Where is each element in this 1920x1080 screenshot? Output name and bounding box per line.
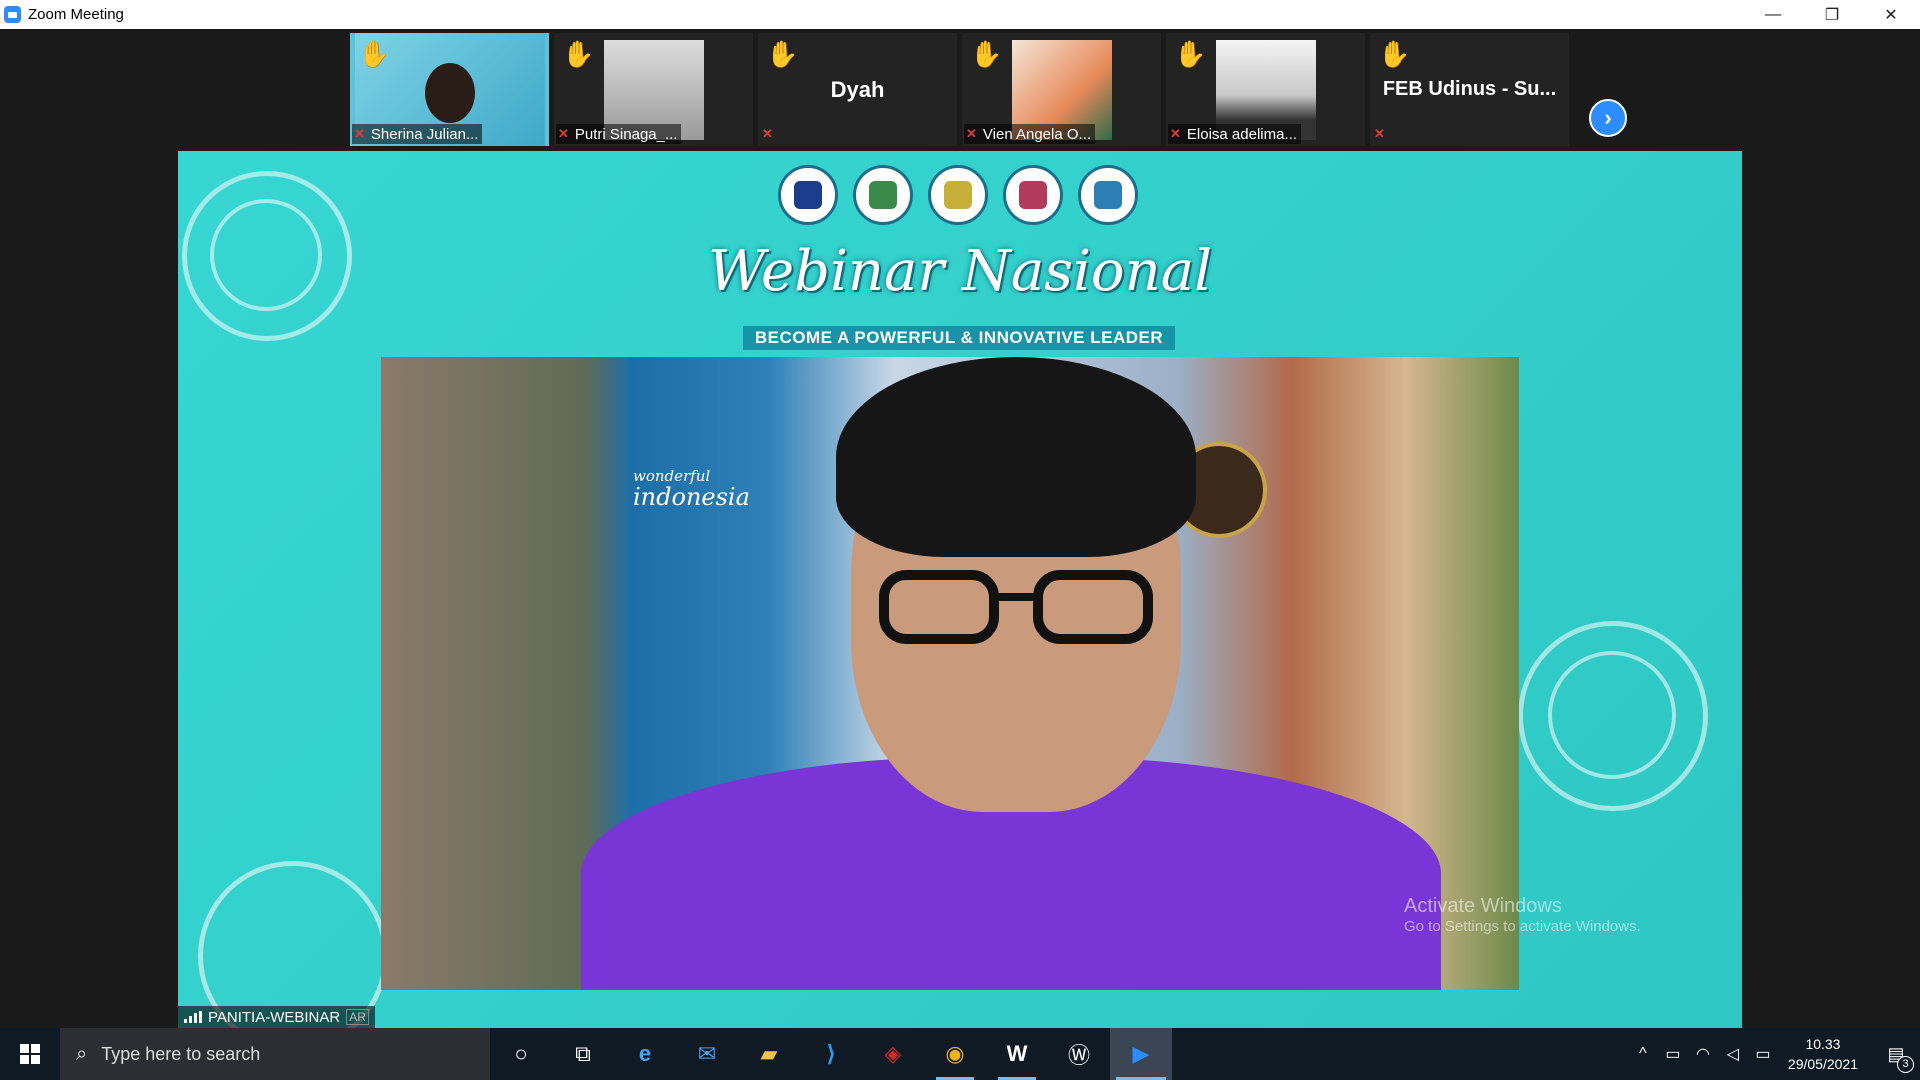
muted-mic-icon: ✕ (558, 126, 569, 141)
sponsor-logo (853, 165, 913, 225)
w-app-icon[interactable]: Ⓦ (1048, 1028, 1110, 1080)
search-icon: ⌕ (76, 1042, 88, 1065)
participant-nameplate: ✕ Vien Angela O... (964, 124, 1096, 144)
chevron-up-icon[interactable]: ^ (1628, 1045, 1658, 1063)
sponsor-logo (1078, 165, 1138, 225)
muted-mic-icon: ✕ (1374, 126, 1385, 141)
word-icon[interactable]: W (986, 1028, 1048, 1080)
raised-hand-icon: ✋ (970, 39, 1003, 69)
participant-name: Eloisa adelima... (1186, 125, 1297, 143)
webinar-subtitle: BECOME A POWERFUL & INNOVATIVE LEADER (743, 326, 1175, 350)
participant-nameplate: ✕ Sherina Julian... (352, 124, 483, 144)
volume-icon[interactable]: ◁ (1718, 1044, 1748, 1064)
speaker-nameplate: PANITIA-WEBINAR AR (178, 1006, 375, 1028)
sponsor-logo (928, 165, 988, 225)
speaker-name: PANITIA-WEBINAR (208, 1008, 341, 1026)
wifi-icon[interactable]: ◠ (1688, 1044, 1718, 1064)
participant-name: Putri Sinaga_... (574, 125, 678, 143)
participant-tile[interactable]: ✋ ✕ Vien Angela O... (962, 33, 1161, 146)
sponsor-logo (778, 165, 838, 225)
participant-nameplate: ✕ (760, 124, 783, 144)
participant-name: Vien Angela O... (982, 125, 1092, 143)
participant-tile[interactable]: ✋ ✕ Sherina Julian... (350, 33, 549, 146)
system-tray: ^ ▭ ◠ ◁ ▭ 10.33 29/05/2021 ▤ 3 (1628, 1028, 1920, 1080)
zoom-taskbar-icon[interactable]: ▶ (1110, 1028, 1172, 1080)
speaker-hair (836, 357, 1196, 557)
notification-center-button[interactable]: ▤ 3 (1872, 1044, 1920, 1073)
search-placeholder: Type here to search (101, 1043, 261, 1064)
virtual-background-scene: wonderful indonesia (381, 357, 1519, 990)
file-explorer-icon[interactable]: ▰ (738, 1028, 800, 1080)
minimize-button[interactable]: — (1744, 0, 1802, 29)
active-speaker-video[interactable]: Webinar Nasional BECOME A POWERFUL & INN… (178, 151, 1742, 1028)
participant-tile[interactable]: ✋ ✕ Eloisa adelima... (1166, 33, 1365, 146)
participant-tile[interactable]: ✋ FEB Udinus - Su... ✕ (1370, 33, 1569, 146)
window-title-bar: Zoom Meeting — ❐ ✕ (0, 0, 1920, 29)
next-page-arrow-button[interactable]: › (1589, 99, 1627, 137)
muted-mic-icon: ✕ (354, 126, 365, 141)
edge-icon[interactable]: e (614, 1028, 676, 1080)
taskbar-search-box[interactable]: ⌕ Type here to search (60, 1028, 490, 1080)
chrome-icon[interactable]: ◉ (924, 1028, 986, 1080)
windows-taskbar: ⌕ Type here to search ○ ⧉ e ✉ ▰ ⟩ ◈ ◉ W … (0, 1028, 1920, 1080)
participant-nameplate: ✕ (1372, 124, 1395, 144)
windows-logo-icon (20, 1044, 40, 1064)
battery-icon[interactable]: ▭ (1748, 1044, 1778, 1064)
task-view-icon[interactable]: ⧉ (552, 1028, 614, 1080)
taskbar-clock[interactable]: 10.33 29/05/2021 (1788, 1034, 1858, 1074)
restore-button[interactable]: ❐ (1803, 0, 1861, 29)
sponsor-logo (1003, 165, 1063, 225)
vscode-icon[interactable]: ⟩ (800, 1028, 862, 1080)
decor-ring (1548, 651, 1676, 779)
participant-name-center: Dyah (830, 76, 885, 102)
clock-date: 29/05/2021 (1787, 1056, 1858, 1072)
participant-tile[interactable]: ✋ ✕ Putri Sinaga_... (554, 33, 753, 146)
clock-time: 10.33 (1805, 1036, 1841, 1052)
muted-mic-icon: ✕ (1170, 126, 1181, 141)
meet-now-icon[interactable]: ▭ (1658, 1044, 1688, 1064)
window-title: Zoom Meeting (28, 6, 124, 23)
notification-count: 3 (1897, 1055, 1914, 1073)
participant-tile[interactable]: ✋ Dyah ✕ (758, 33, 957, 146)
close-button[interactable]: ✕ (1862, 0, 1920, 29)
muted-mic-icon: ✕ (762, 126, 773, 141)
wonderful-indonesia-logo: wonderful indonesia (633, 467, 750, 511)
participant-nameplate: ✕ Putri Sinaga_... (556, 124, 682, 144)
mail-icon[interactable]: ✉ (676, 1028, 738, 1080)
raised-hand-icon: ✋ (358, 39, 391, 69)
decor-ring (198, 861, 388, 1028)
speaker-badge: AR (346, 1009, 369, 1025)
participant-nameplate: ✕ Eloisa adelima... (1168, 124, 1301, 144)
activate-windows-watermark: Activate Windows Go to Settings to activ… (1404, 895, 1641, 935)
signal-bars-icon (184, 1011, 202, 1023)
participant-name: Sherina Julian... (370, 125, 479, 143)
raised-hand-icon: ✋ (1174, 39, 1207, 69)
participant-name-center: FEB Udinus - Su... (1382, 78, 1557, 100)
dragon-app-icon[interactable]: ◈ (862, 1028, 924, 1080)
start-button[interactable] (0, 1028, 60, 1080)
webinar-title: Webinar Nasional (707, 239, 1213, 304)
zoom-app-icon (4, 6, 21, 23)
muted-mic-icon: ✕ (966, 126, 977, 141)
participant-strip: ✋ ✕ Sherina Julian... ✋ ✕ Putri Sinaga_.… (0, 29, 1920, 151)
speaker-glasses (879, 570, 1153, 644)
cortana-icon[interactable]: ○ (490, 1028, 552, 1080)
raised-hand-icon: ✋ (562, 39, 595, 69)
